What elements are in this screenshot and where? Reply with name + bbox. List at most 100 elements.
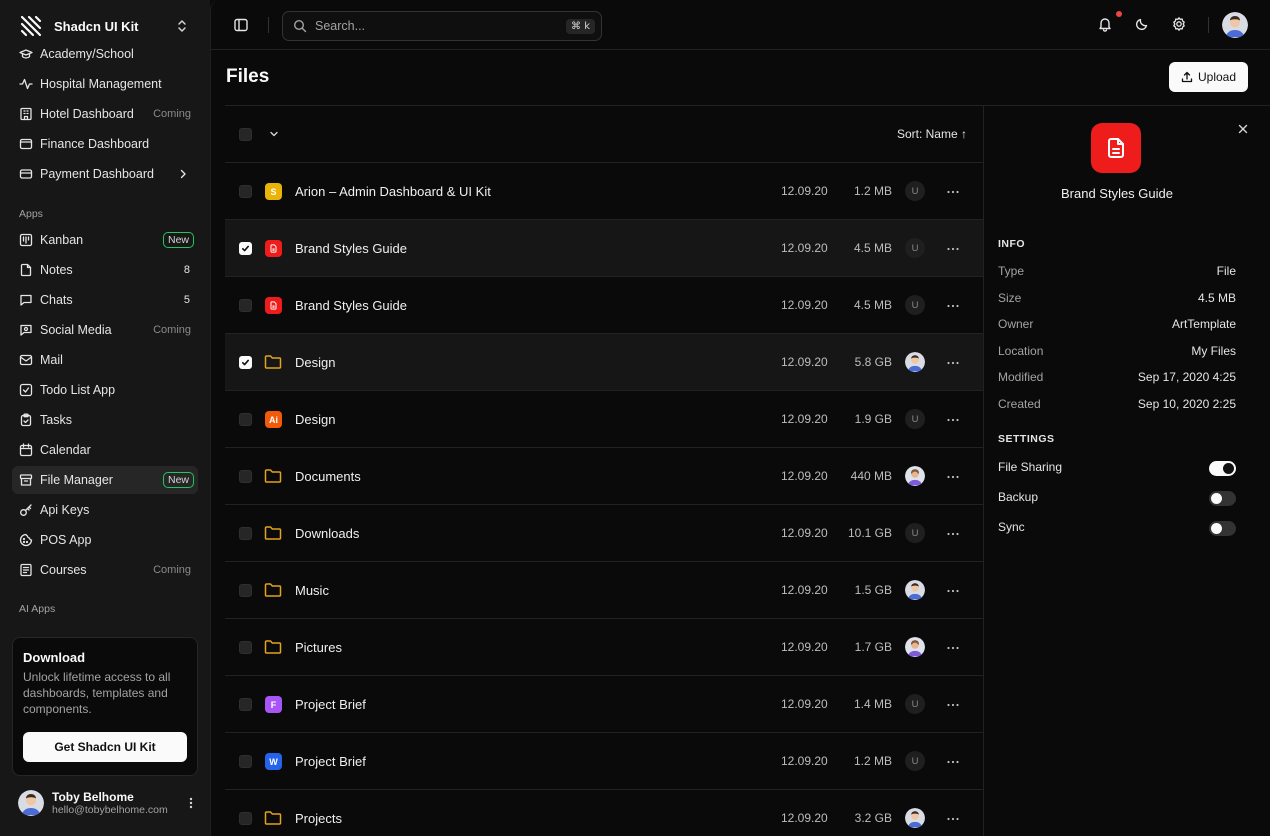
row-checkbox[interactable]	[239, 413, 252, 426]
toggle-sync[interactable]	[1209, 521, 1236, 536]
sidebar-toggle-icon[interactable]	[233, 17, 249, 33]
moon-icon[interactable]	[1134, 16, 1150, 32]
user-email: hello@tobybelhome.com	[52, 804, 168, 816]
table-row[interactable]: Ai Design 12.09.20 1.9 GB U	[225, 391, 983, 448]
more-horizontal-icon[interactable]	[946, 418, 960, 422]
upload-button[interactable]: Upload	[1169, 62, 1248, 92]
gear-icon[interactable]	[1171, 16, 1187, 32]
user-menu[interactable]: Toby Belhome hello@tobybelhome.com	[18, 788, 198, 818]
more-horizontal-icon[interactable]	[946, 760, 960, 764]
table-row[interactable]: W Project Brief 12.09.20 1.2 MB U	[225, 733, 983, 790]
row-checkbox[interactable]	[239, 299, 252, 312]
file-date: 12.09.20	[781, 412, 828, 426]
table-row[interactable]: S Arion – Admin Dashboard & UI Kit 12.09.2…	[225, 163, 983, 220]
setting-label: Sync	[998, 520, 1025, 534]
more-horizontal-icon[interactable]	[946, 361, 960, 365]
row-checkbox[interactable]	[239, 584, 252, 597]
info-row-type: Type File	[998, 264, 1236, 278]
avatar	[905, 352, 925, 372]
brand-switcher[interactable]: Shadcn UI Kit	[12, 10, 198, 42]
social-icon	[20, 324, 32, 336]
sidebar-item-calendar[interactable]: Calendar	[12, 436, 198, 464]
book-icon	[20, 563, 32, 577]
info-value: Sep 17, 2020 4:25	[1137, 370, 1236, 384]
sort-button[interactable]: Sort: Name ↑	[897, 127, 967, 141]
file-size: 10.1 GB	[847, 526, 892, 540]
chevron-down-icon[interactable]	[268, 128, 280, 140]
row-checkbox[interactable]	[239, 242, 252, 255]
count-badge: 5	[183, 294, 190, 306]
table-row[interactable]: Brand Styles Guide 12.09.20 4.5 MB U	[225, 220, 983, 277]
sidebar-item-hospital-management[interactable]: Hospital Management	[12, 70, 198, 98]
sidebar-item-academy-school[interactable]: Academy/School	[12, 40, 198, 68]
sidebar-item-payment-dashboard[interactable]: Payment Dashboard	[12, 160, 198, 188]
more-horizontal-icon[interactable]	[946, 817, 960, 821]
more-vertical-icon[interactable]	[184, 796, 198, 810]
sidebar-item-finance-dashboard[interactable]: Finance Dashboard	[12, 130, 198, 158]
ai-apps-section-label: AI Apps	[19, 603, 56, 615]
more-horizontal-icon[interactable]	[946, 589, 960, 593]
info-section-label: INFO	[998, 238, 1026, 250]
row-checkbox[interactable]	[239, 527, 252, 540]
sidebar-item-hotel-dashboard[interactable]: Hotel Dashboard Coming	[12, 100, 198, 128]
row-checkbox[interactable]	[239, 641, 252, 654]
setting-label: File Sharing	[998, 460, 1063, 474]
sidebar-item-kanban[interactable]: Kanban New	[12, 226, 198, 254]
info-key: Type	[998, 264, 1025, 278]
bell-icon[interactable]	[1097, 16, 1113, 32]
user-info: Toby Belhome hello@tobybelhome.com	[52, 790, 184, 816]
get-kit-button[interactable]: Get Shadcn UI Kit	[23, 732, 187, 762]
file-name: Downloads	[295, 526, 360, 541]
avatar	[18, 790, 44, 816]
sidebar-item-label: Payment Dashboard	[40, 167, 154, 181]
sidebar-item-chats[interactable]: Chats 5	[12, 286, 198, 314]
close-icon[interactable]	[1237, 123, 1249, 135]
info-row-created: Created Sep 10, 2020 2:25	[998, 397, 1236, 411]
table-row[interactable]: Design 12.09.20 5.8 GB	[225, 334, 983, 391]
file-type-icon: F	[265, 696, 282, 713]
row-checkbox[interactable]	[239, 755, 252, 768]
sidebar-item-api-keys[interactable]: Api Keys	[12, 496, 198, 524]
select-all-checkbox[interactable]	[239, 128, 252, 141]
more-horizontal-icon[interactable]	[946, 304, 960, 308]
toggle-file-sharing[interactable]	[1209, 461, 1236, 476]
sidebar-item-file-manager[interactable]: File Manager New	[12, 466, 198, 494]
search-input[interactable]	[315, 19, 567, 33]
sidebar-item-label: Finance Dashboard	[40, 137, 150, 151]
table-row[interactable]: Pictures 12.09.20 1.7 GB	[225, 619, 983, 676]
more-horizontal-icon[interactable]	[946, 646, 960, 650]
sidebar-item-notes[interactable]: Notes 8	[12, 256, 198, 284]
sidebar-item-label: Tasks	[40, 413, 72, 427]
sidebar-item-courses[interactable]: Courses Coming	[12, 556, 198, 584]
more-horizontal-icon[interactable]	[946, 190, 960, 194]
info-row-modified: Modified Sep 17, 2020 4:25	[998, 370, 1236, 384]
row-checkbox[interactable]	[239, 470, 252, 483]
row-checkbox[interactable]	[239, 185, 252, 198]
sidebar-item-label: Api Keys	[40, 503, 90, 517]
avatar[interactable]	[1222, 12, 1248, 38]
search-box[interactable]: ⌘ k	[282, 11, 602, 41]
more-horizontal-icon[interactable]	[946, 247, 960, 251]
sidebar-item-mail[interactable]: Mail	[12, 346, 198, 374]
table-row[interactable]: Projects 12.09.20 3.2 GB	[225, 790, 983, 836]
toggle-backup[interactable]	[1209, 491, 1236, 506]
sidebar-item-tasks[interactable]: Tasks	[12, 406, 198, 434]
sidebar-item-social-media[interactable]: Social Media Coming	[12, 316, 198, 344]
table-row[interactable]: Music 12.09.20 1.5 GB	[225, 562, 983, 619]
row-checkbox[interactable]	[239, 812, 252, 825]
table-row[interactable]: F Project Brief 12.09.20 1.4 MB U	[225, 676, 983, 733]
table-row[interactable]: Documents 12.09.20 440 MB	[225, 448, 983, 505]
row-checkbox[interactable]	[239, 698, 252, 711]
table-row[interactable]: Downloads 12.09.20 10.1 GB U	[225, 505, 983, 562]
sidebar-item-todo-list-app[interactable]: Todo List App	[12, 376, 198, 404]
sidebar-item-label: Kanban	[40, 233, 84, 247]
avatar	[905, 637, 925, 657]
more-horizontal-icon[interactable]	[946, 532, 960, 536]
setting-file-sharing: File Sharing	[998, 460, 1236, 474]
mail-icon	[19, 354, 33, 366]
row-checkbox[interactable]	[239, 356, 252, 369]
sidebar-item-pos-app[interactable]: POS App	[12, 526, 198, 554]
more-horizontal-icon[interactable]	[946, 475, 960, 479]
table-row[interactable]: Brand Styles Guide 12.09.20 4.5 MB U	[225, 277, 983, 334]
more-horizontal-icon[interactable]	[946, 703, 960, 707]
